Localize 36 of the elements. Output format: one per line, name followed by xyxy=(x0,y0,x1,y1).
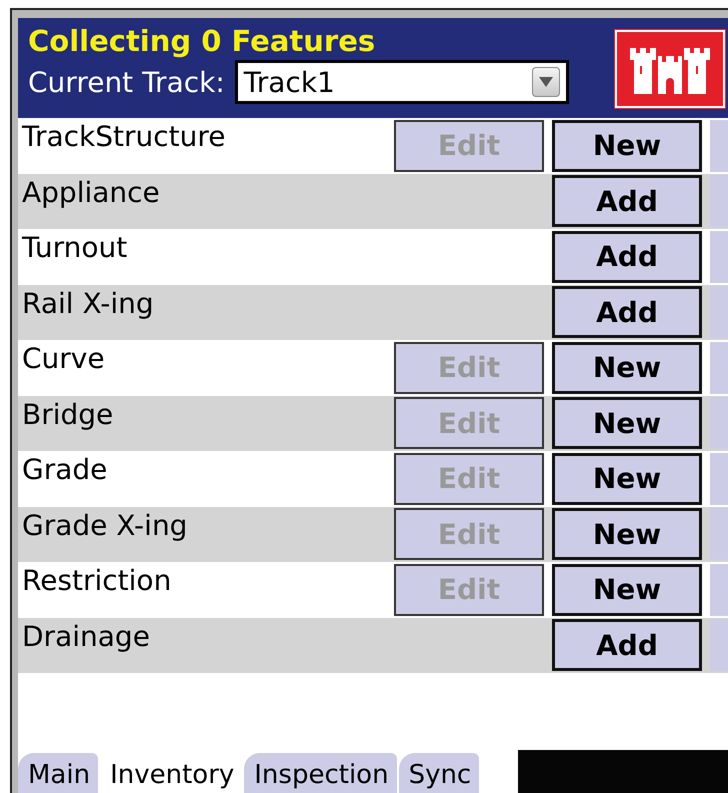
cut-off-button[interactable] xyxy=(710,230,728,283)
track-label: Current Track: xyxy=(28,66,225,98)
feature-label: Appliance xyxy=(21,176,161,208)
title: Collecting 0 Features xyxy=(28,24,376,58)
feature-label: TrackStructure xyxy=(20,120,227,153)
cut-off-button[interactable] xyxy=(710,564,728,616)
feature-label: Restriction xyxy=(21,564,172,597)
feature-label: Bridge xyxy=(21,398,114,430)
tab[interactable]: Sync xyxy=(398,753,480,793)
action-button[interactable]: New xyxy=(552,342,702,394)
cut-off-button[interactable] xyxy=(710,452,728,505)
action-button[interactable]: New xyxy=(552,508,702,560)
action-button[interactable]: Add xyxy=(552,619,702,672)
feature-label: Rail X-ing xyxy=(21,286,155,320)
action-button[interactable]: New xyxy=(552,397,702,450)
cut-off-button[interactable] xyxy=(710,342,728,394)
feature-label: Grade X-ing xyxy=(21,508,188,542)
feature-label: Drainage xyxy=(21,620,151,652)
action-button[interactable]: New xyxy=(552,452,702,505)
tab[interactable]: Inspection xyxy=(244,753,397,793)
action-button[interactable]: Add xyxy=(552,175,702,228)
feature-label: Turnout xyxy=(20,231,128,264)
tab[interactable]: Main xyxy=(18,753,98,793)
track-dropdown[interactable]: Track1 xyxy=(234,60,569,104)
action-button[interactable]: Add xyxy=(552,230,702,283)
action-button[interactable]: New xyxy=(552,120,702,172)
cut-off-button[interactable] xyxy=(710,120,728,172)
cut-off-button[interactable] xyxy=(710,619,728,672)
cut-off-button[interactable] xyxy=(710,286,728,338)
cut-off-button[interactable] xyxy=(710,175,728,228)
cut-off-button[interactable] xyxy=(710,508,728,560)
feature-label: Grade xyxy=(21,453,108,486)
feature-label: Curve xyxy=(21,342,106,375)
action-button[interactable]: Add xyxy=(552,286,702,338)
cut-off-button[interactable] xyxy=(710,397,728,450)
action-button[interactable]: New xyxy=(552,564,702,616)
